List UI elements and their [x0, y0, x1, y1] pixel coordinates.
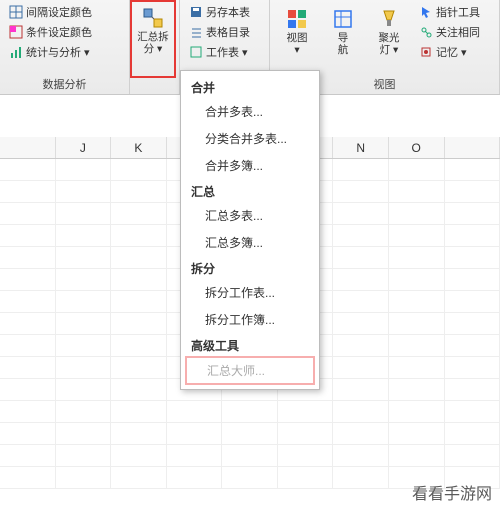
- worksheet-button[interactable]: 工作表 ▾: [186, 43, 263, 61]
- watermark: 看看手游网: [412, 480, 492, 504]
- stats-analysis-button[interactable]: 统计与分析 ▾: [6, 43, 123, 61]
- summary-split-button[interactable]: 汇总拆 分 ▾: [132, 2, 174, 76]
- memory-icon: [419, 45, 433, 59]
- grid-icon: [9, 5, 23, 19]
- grid-color-icon: [9, 25, 23, 39]
- nav-button[interactable]: 导 航: [322, 3, 364, 61]
- group-data-analysis: 间隔设定颜色 条件设定颜色 统计与分析 ▾ 数据分析: [0, 0, 130, 94]
- col-header[interactable]: K: [111, 137, 167, 158]
- list-icon: [189, 25, 203, 39]
- col-header[interactable]: [0, 137, 56, 158]
- menu-summary-master-box: 汇总大师...: [187, 358, 313, 383]
- menu-summary-master[interactable]: 汇总大师...: [193, 362, 307, 379]
- col-header[interactable]: O: [389, 137, 445, 158]
- sheet-icon: [189, 45, 203, 59]
- label: 工作表 ▾: [206, 44, 248, 60]
- summary-split-menu: 合并 合并多表... 分类合并多表... 合并多簿... 汇总 汇总多表... …: [180, 70, 320, 390]
- toc-button[interactable]: 表格目录: [186, 23, 263, 41]
- grid4-icon: [286, 5, 308, 33]
- focus-related-button[interactable]: 关注相同: [416, 23, 483, 41]
- spotlight-icon: [378, 5, 400, 33]
- split-icon: [141, 4, 165, 32]
- label: 间隔设定颜色: [26, 4, 92, 20]
- menu-section-split: 拆分: [181, 256, 319, 279]
- col-header[interactable]: N: [333, 137, 389, 158]
- col-header[interactable]: J: [56, 137, 112, 158]
- label: 另存本表: [206, 4, 250, 20]
- menu-merge-books[interactable]: 合并多簿...: [181, 152, 319, 179]
- pointer-icon: [419, 5, 433, 19]
- nav-icon: [332, 5, 354, 33]
- menu-section-advanced: 高级工具: [181, 333, 319, 356]
- save-icon: [189, 5, 203, 19]
- memory-button[interactable]: 记忆 ▾: [416, 43, 483, 61]
- menu-summary-books[interactable]: 汇总多簿...: [181, 229, 319, 256]
- pointer-tool-button[interactable]: 指针工具: [416, 3, 483, 21]
- view-button[interactable]: 视图 ▾: [276, 3, 318, 61]
- conditional-color-button[interactable]: 条件设定颜色: [6, 23, 123, 41]
- label: 条件设定颜色: [26, 24, 92, 40]
- label: 聚光 灯 ▾: [379, 33, 400, 56]
- label: 汇总拆 分 ▾: [137, 32, 169, 55]
- label: 记忆 ▾: [436, 44, 467, 60]
- label: 统计与分析 ▾: [26, 44, 90, 60]
- interval-color-button[interactable]: 间隔设定颜色: [6, 3, 123, 21]
- label: 表格目录: [206, 24, 250, 40]
- spotlight-button[interactable]: 聚光 灯 ▾: [368, 3, 410, 61]
- save-as-button[interactable]: 另存本表: [186, 3, 263, 21]
- link-icon: [419, 25, 433, 39]
- menu-section-merge: 合并: [181, 75, 319, 98]
- menu-split-book[interactable]: 拆分工作簿...: [181, 306, 319, 333]
- menu-merge-tables[interactable]: 合并多表...: [181, 98, 319, 125]
- group-label: 数据分析: [0, 76, 129, 92]
- menu-classify-merge[interactable]: 分类合并多表...: [181, 125, 319, 152]
- col-header[interactable]: [445, 137, 500, 158]
- label: 指针工具: [436, 4, 480, 20]
- menu-split-sheet[interactable]: 拆分工作表...: [181, 279, 319, 306]
- chart-icon: [9, 45, 23, 59]
- menu-summary-tables[interactable]: 汇总多表...: [181, 202, 319, 229]
- menu-section-summary: 汇总: [181, 179, 319, 202]
- group-summary-split: 汇总拆 分 ▾: [130, 0, 180, 94]
- label: 关注相同: [436, 24, 480, 40]
- label: 视图 ▾: [287, 33, 308, 56]
- label: 导 航: [338, 33, 349, 56]
